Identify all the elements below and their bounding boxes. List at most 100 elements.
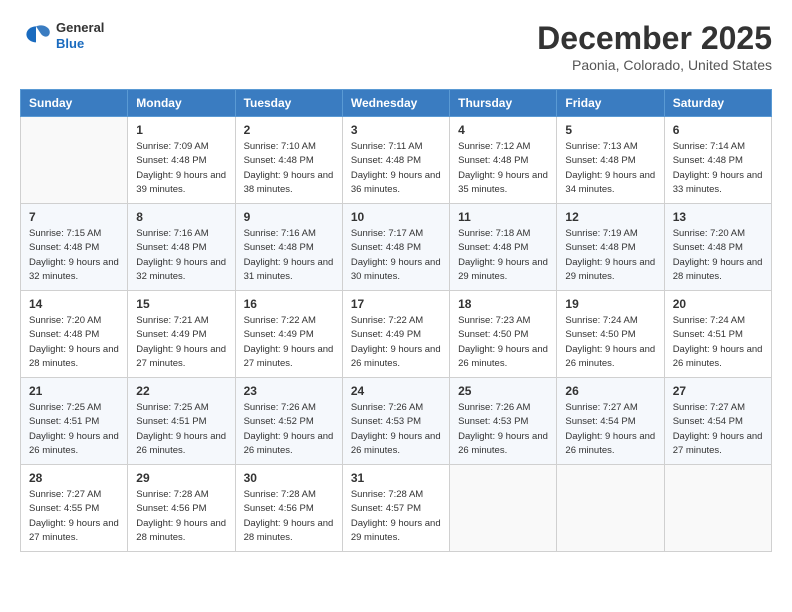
day-number: 3 bbox=[351, 123, 441, 137]
calendar-cell: 8 Sunrise: 7:16 AMSunset: 4:48 PMDaylight… bbox=[128, 204, 235, 291]
calendar-cell: 22 Sunrise: 7:25 AMSunset: 4:51 PMDayligh… bbox=[128, 378, 235, 465]
calendar-cell: 24 Sunrise: 7:26 AMSunset: 4:53 PMDayligh… bbox=[342, 378, 449, 465]
logo-general-text: General bbox=[56, 20, 104, 36]
calendar-day-header: Tuesday bbox=[235, 90, 342, 117]
calendar-day-header: Wednesday bbox=[342, 90, 449, 117]
day-info: Sunrise: 7:24 AMSunset: 4:51 PMDaylight:… bbox=[673, 314, 763, 371]
day-info: Sunrise: 7:26 AMSunset: 4:52 PMDaylight:… bbox=[244, 401, 334, 458]
calendar-day-header: Thursday bbox=[450, 90, 557, 117]
calendar-cell: 3 Sunrise: 7:11 AMSunset: 4:48 PMDaylight… bbox=[342, 117, 449, 204]
calendar-week-row: 14 Sunrise: 7:20 AMSunset: 4:48 PMDayligh… bbox=[21, 291, 772, 378]
day-number: 26 bbox=[565, 384, 655, 398]
calendar-cell: 1 Sunrise: 7:09 AMSunset: 4:48 PMDaylight… bbox=[128, 117, 235, 204]
day-info: Sunrise: 7:25 AMSunset: 4:51 PMDaylight:… bbox=[29, 401, 119, 458]
calendar-cell: 15 Sunrise: 7:21 AMSunset: 4:49 PMDayligh… bbox=[128, 291, 235, 378]
calendar-cell: 26 Sunrise: 7:27 AMSunset: 4:54 PMDayligh… bbox=[557, 378, 664, 465]
day-number: 31 bbox=[351, 471, 441, 485]
calendar-week-row: 28 Sunrise: 7:27 AMSunset: 4:55 PMDayligh… bbox=[21, 465, 772, 552]
day-number: 14 bbox=[29, 297, 119, 311]
day-info: Sunrise: 7:15 AMSunset: 4:48 PMDaylight:… bbox=[29, 227, 119, 284]
calendar-cell: 5Sunrise: 7:13 AMSunset: 4:48 PMDaylight… bbox=[557, 117, 664, 204]
calendar-cell bbox=[664, 465, 771, 552]
day-number: 15 bbox=[136, 297, 226, 311]
calendar-cell: 28 Sunrise: 7:27 AMSunset: 4:55 PMDayligh… bbox=[21, 465, 128, 552]
calendar-day-header: Monday bbox=[128, 90, 235, 117]
calendar-cell: 9 Sunrise: 7:16 AMSunset: 4:48 PMDaylight… bbox=[235, 204, 342, 291]
day-info: Sunrise: 7:26 AMSunset: 4:53 PMDaylight:… bbox=[458, 401, 548, 458]
day-info: Sunrise: 7:14 AMSunset: 4:48 PMDaylight:… bbox=[673, 140, 763, 197]
calendar-cell: 4 Sunrise: 7:12 AMSunset: 4:48 PMDaylight… bbox=[450, 117, 557, 204]
day-info: Sunrise: 7:18 AMSunset: 4:48 PMDaylight:… bbox=[458, 227, 548, 284]
day-info: Sunrise: 7:25 AMSunset: 4:51 PMDaylight:… bbox=[136, 401, 226, 458]
day-number: 11 bbox=[458, 210, 548, 224]
calendar-cell: 31 Sunrise: 7:28 AMSunset: 4:57 PMDayligh… bbox=[342, 465, 449, 552]
calendar-cell: 21 Sunrise: 7:25 AMSunset: 4:51 PMDayligh… bbox=[21, 378, 128, 465]
day-number: 2 bbox=[244, 123, 334, 137]
day-info: Sunrise: 7:12 AMSunset: 4:48 PMDaylight:… bbox=[458, 140, 548, 197]
calendar-week-row: 1 Sunrise: 7:09 AMSunset: 4:48 PMDaylight… bbox=[21, 117, 772, 204]
calendar-cell: 18 Sunrise: 7:23 AMSunset: 4:50 PMDayligh… bbox=[450, 291, 557, 378]
calendar-day-header: Friday bbox=[557, 90, 664, 117]
calendar-cell bbox=[557, 465, 664, 552]
day-info: Sunrise: 7:28 AMSunset: 4:56 PMDaylight:… bbox=[244, 488, 334, 545]
day-info: Sunrise: 7:11 AMSunset: 4:48 PMDaylight:… bbox=[351, 140, 441, 197]
day-info: Sunrise: 7:26 AMSunset: 4:53 PMDaylight:… bbox=[351, 401, 441, 458]
day-info: Sunrise: 7:22 AMSunset: 4:49 PMDaylight:… bbox=[351, 314, 441, 371]
calendar-cell bbox=[450, 465, 557, 552]
day-number: 7 bbox=[29, 210, 119, 224]
page-header: General Blue December 2025 Paonia, Color… bbox=[20, 20, 772, 73]
day-number: 8 bbox=[136, 210, 226, 224]
calendar-cell: 20Sunrise: 7:24 AMSunset: 4:51 PMDayligh… bbox=[664, 291, 771, 378]
logo-icon bbox=[20, 20, 52, 52]
day-info: Sunrise: 7:16 AMSunset: 4:48 PMDaylight:… bbox=[244, 227, 334, 284]
calendar-header-row: SundayMondayTuesdayWednesdayThursdayFrid… bbox=[21, 90, 772, 117]
day-info: Sunrise: 7:27 AMSunset: 4:54 PMDaylight:… bbox=[673, 401, 763, 458]
day-info: Sunrise: 7:13 AMSunset: 4:48 PMDaylight:… bbox=[565, 140, 655, 197]
location-text: Paonia, Colorado, United States bbox=[537, 57, 772, 73]
calendar-cell: 10 Sunrise: 7:17 AMSunset: 4:48 PMDayligh… bbox=[342, 204, 449, 291]
day-info: Sunrise: 7:28 AMSunset: 4:56 PMDaylight:… bbox=[136, 488, 226, 545]
calendar-cell bbox=[21, 117, 128, 204]
day-number: 21 bbox=[29, 384, 119, 398]
day-number: 28 bbox=[29, 471, 119, 485]
day-info: Sunrise: 7:21 AMSunset: 4:49 PMDaylight:… bbox=[136, 314, 226, 371]
day-number: 1 bbox=[136, 123, 226, 137]
day-number: 29 bbox=[136, 471, 226, 485]
day-info: Sunrise: 7:17 AMSunset: 4:48 PMDaylight:… bbox=[351, 227, 441, 284]
logo-blue-text: Blue bbox=[56, 36, 104, 52]
calendar-cell: 17 Sunrise: 7:22 AMSunset: 4:49 PMDayligh… bbox=[342, 291, 449, 378]
day-number: 19 bbox=[565, 297, 655, 311]
day-number: 12 bbox=[565, 210, 655, 224]
day-number: 10 bbox=[351, 210, 441, 224]
calendar-cell: 6Sunrise: 7:14 AMSunset: 4:48 PMDaylight… bbox=[664, 117, 771, 204]
calendar-day-header: Sunday bbox=[21, 90, 128, 117]
day-info: Sunrise: 7:27 AMSunset: 4:55 PMDaylight:… bbox=[29, 488, 119, 545]
month-title: December 2025 bbox=[537, 20, 772, 57]
day-info: Sunrise: 7:23 AMSunset: 4:50 PMDaylight:… bbox=[458, 314, 548, 371]
day-number: 22 bbox=[136, 384, 226, 398]
day-number: 9 bbox=[244, 210, 334, 224]
day-number: 25 bbox=[458, 384, 548, 398]
day-info: Sunrise: 7:20 AMSunset: 4:48 PMDaylight:… bbox=[29, 314, 119, 371]
calendar-cell: 16Sunrise: 7:22 AMSunset: 4:49 PMDayligh… bbox=[235, 291, 342, 378]
calendar-cell: 27Sunrise: 7:27 AMSunset: 4:54 PMDayligh… bbox=[664, 378, 771, 465]
day-info: Sunrise: 7:28 AMSunset: 4:57 PMDaylight:… bbox=[351, 488, 441, 545]
day-number: 30 bbox=[244, 471, 334, 485]
day-number: 17 bbox=[351, 297, 441, 311]
calendar-cell: 12Sunrise: 7:19 AMSunset: 4:48 PMDayligh… bbox=[557, 204, 664, 291]
day-info: Sunrise: 7:20 AMSunset: 4:48 PMDaylight:… bbox=[673, 227, 763, 284]
calendar-cell: 2Sunrise: 7:10 AMSunset: 4:48 PMDaylight… bbox=[235, 117, 342, 204]
day-number: 18 bbox=[458, 297, 548, 311]
day-info: Sunrise: 7:16 AMSunset: 4:48 PMDaylight:… bbox=[136, 227, 226, 284]
calendar-week-row: 7 Sunrise: 7:15 AMSunset: 4:48 PMDaylight… bbox=[21, 204, 772, 291]
day-number: 4 bbox=[458, 123, 548, 137]
day-info: Sunrise: 7:24 AMSunset: 4:50 PMDaylight:… bbox=[565, 314, 655, 371]
calendar-cell: 29 Sunrise: 7:28 AMSunset: 4:56 PMDayligh… bbox=[128, 465, 235, 552]
day-number: 24 bbox=[351, 384, 441, 398]
day-info: Sunrise: 7:09 AMSunset: 4:48 PMDaylight:… bbox=[136, 140, 226, 197]
day-number: 23 bbox=[244, 384, 334, 398]
day-info: Sunrise: 7:27 AMSunset: 4:54 PMDaylight:… bbox=[565, 401, 655, 458]
calendar-cell: 7 Sunrise: 7:15 AMSunset: 4:48 PMDaylight… bbox=[21, 204, 128, 291]
calendar-cell: 23 Sunrise: 7:26 AMSunset: 4:52 PMDayligh… bbox=[235, 378, 342, 465]
calendar-cell: 19 Sunrise: 7:24 AMSunset: 4:50 PMDayligh… bbox=[557, 291, 664, 378]
